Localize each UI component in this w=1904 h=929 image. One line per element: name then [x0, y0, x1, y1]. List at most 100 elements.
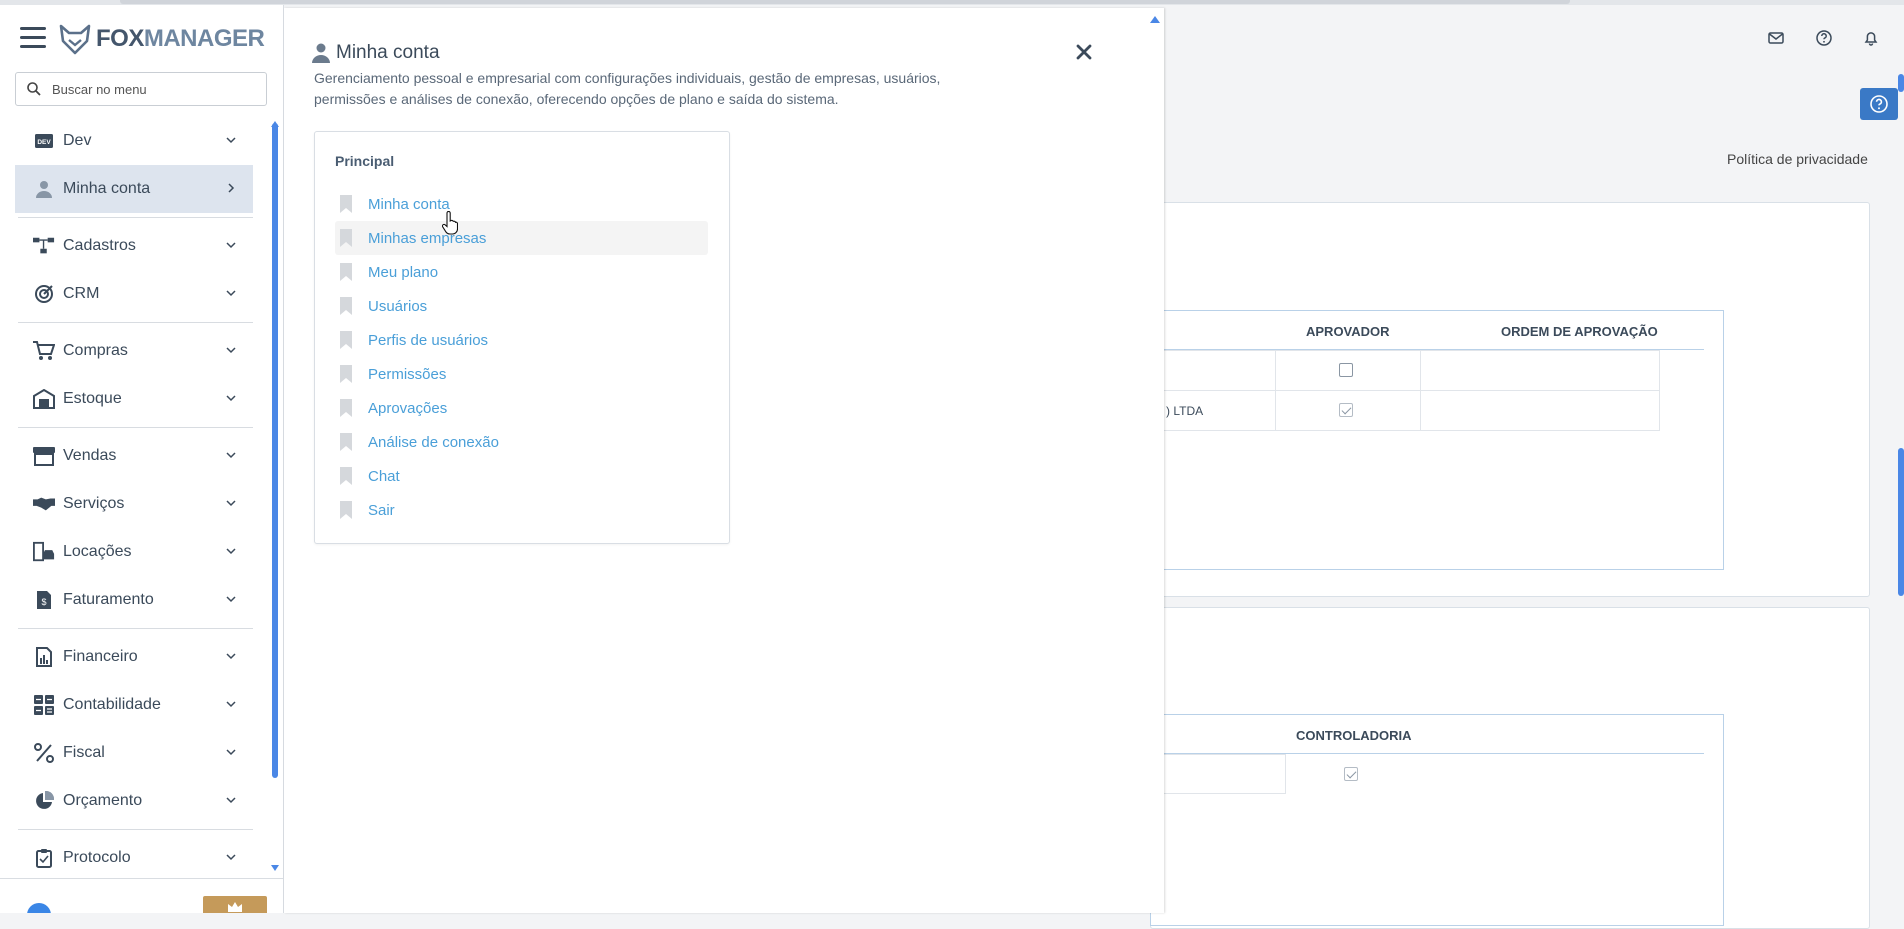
menu-divider: [18, 829, 253, 830]
link-meu-plano[interactable]: Meu plano: [335, 255, 708, 289]
percent-icon: [33, 742, 55, 764]
controllership-table: CONTROLADORIA: [1150, 714, 1724, 926]
sidebar-item-servicos[interactable]: Serviços: [15, 480, 253, 528]
company-name: ) LTDA: [1166, 404, 1204, 418]
premium-badge[interactable]: [203, 896, 267, 913]
link-analise-de-conexao[interactable]: Análise de conexão: [335, 425, 708, 459]
bookmark-icon[interactable]: [339, 330, 353, 350]
bookmark-icon[interactable]: [339, 432, 353, 452]
sidebar-item-locacoes[interactable]: Locações: [15, 528, 253, 576]
link-label: Perfis de usuários: [368, 331, 489, 349]
bookmark-icon[interactable]: [339, 500, 353, 520]
close-icon[interactable]: [1075, 43, 1093, 61]
link-label: Minha conta: [368, 195, 450, 213]
sidebar-item-label: Dev: [63, 132, 92, 149]
link-usuarios[interactable]: Usuários: [335, 289, 708, 323]
bookmark-icon[interactable]: [339, 466, 353, 486]
building-car-icon: [33, 541, 55, 563]
link-perfis-de-usuarios[interactable]: Perfis de usuários: [335, 323, 708, 357]
chevron-down-icon: [226, 242, 236, 249]
link-label: Sair: [368, 501, 395, 519]
hand-cursor-icon: [442, 211, 458, 235]
svg-text:DEV: DEV: [37, 139, 51, 146]
sidebar-item-cadastros[interactable]: Cadastros: [15, 222, 253, 270]
bookmark-icon[interactable]: [339, 296, 353, 316]
controllership-checkbox[interactable]: [1344, 767, 1358, 781]
sidebar-item-label: Cadastros: [63, 237, 136, 254]
col-controladoria: CONTROLADORIA: [1296, 728, 1412, 743]
cart-icon: [33, 340, 55, 362]
bookmark-icon[interactable]: [339, 194, 353, 214]
link-minha-conta[interactable]: Minha conta: [335, 187, 708, 221]
chevron-down-icon: [226, 596, 236, 603]
top-scrollbar[interactable]: [120, 0, 1570, 4]
panel-header: Minha conta: [312, 42, 440, 64]
chevron-down-icon: [226, 347, 236, 354]
link-label: Minhas empresas: [368, 229, 487, 247]
table-cell[interactable]: [1420, 390, 1660, 431]
chevron-right-icon: [228, 183, 235, 193]
approver-checkbox[interactable]: [1339, 403, 1353, 417]
sidebar-footer: [0, 878, 283, 913]
app-logo[interactable]: FOXMANAGER: [58, 19, 265, 59]
link-chat[interactable]: Chat: [335, 459, 708, 493]
handshake-icon: [33, 493, 55, 515]
menu-divider: [18, 427, 253, 428]
bookmark-icon[interactable]: [339, 364, 353, 384]
question-icon: [1870, 95, 1888, 113]
right-scroll-indicator[interactable]: [1898, 74, 1904, 92]
svg-text:$: $: [41, 597, 46, 607]
sidebar-item-contabilidade[interactable]: Contabilidade: [15, 681, 253, 729]
menu-toggle-icon[interactable]: [20, 27, 46, 49]
help-button[interactable]: [1860, 88, 1898, 120]
sidebar-item-orcamento[interactable]: Orçamento: [15, 777, 253, 825]
sidebar-item-label: Locações: [63, 543, 132, 560]
sidebar-item-label: Faturamento: [63, 591, 154, 608]
table-cell: [1151, 754, 1286, 794]
report-chart-icon: [33, 646, 55, 668]
fox-logo-icon: [59, 24, 91, 55]
link-aprovacoes[interactable]: Aprovações: [335, 391, 708, 425]
logo-manager-text: MANAGER: [143, 25, 265, 52]
sidebar-item-minha-conta[interactable]: Minha conta: [15, 165, 253, 213]
warehouse-icon: [33, 388, 55, 410]
help-circle-icon[interactable]: [1815, 29, 1833, 47]
table-cell[interactable]: [1420, 350, 1660, 391]
menu-search[interactable]: [15, 72, 267, 106]
search-input[interactable]: [50, 80, 254, 98]
approver-checkbox[interactable]: [1339, 363, 1353, 377]
sidebar-item-protocolo[interactable]: Protocolo: [15, 834, 253, 882]
menu-divider: [18, 628, 253, 629]
principal-links: Minha conta Minhas empresas Meu plano Us…: [335, 187, 708, 527]
menu-divider: [18, 217, 253, 218]
bell-icon[interactable]: [1862, 29, 1880, 47]
bookmark-icon[interactable]: [339, 228, 353, 248]
clipboard-icon: [33, 847, 55, 869]
link-minhas-empresas[interactable]: Minhas empresas: [335, 221, 708, 255]
sidebar-item-estoque[interactable]: Estoque: [15, 375, 253, 423]
bookmark-icon[interactable]: [339, 398, 353, 418]
sidebar-item-compras[interactable]: Compras: [15, 327, 253, 375]
privacy-link[interactable]: Política de privacidade: [1727, 151, 1868, 167]
sidebar-item-crm[interactable]: CRM: [15, 270, 253, 318]
sidebar-item-label: Estoque: [63, 390, 122, 407]
sidebar-item-faturamento[interactable]: $ Faturamento: [15, 576, 253, 624]
sidebar-item-fiscal[interactable]: Fiscal: [15, 729, 253, 777]
sidebar-item-financeiro[interactable]: Financeiro: [15, 633, 253, 681]
chevron-down-icon: [226, 452, 236, 459]
user-icon: [312, 43, 330, 63]
link-sair[interactable]: Sair: [335, 493, 708, 527]
avatar[interactable]: [27, 903, 51, 913]
panel-description: Gerenciamento pessoal e empresarial com …: [314, 70, 941, 107]
sidebar-scrollbar[interactable]: [272, 123, 278, 778]
scroll-down-arrow[interactable]: [271, 865, 279, 871]
mail-icon[interactable]: [1767, 29, 1785, 47]
pie-chart-icon: [33, 790, 55, 812]
page-scrollbar[interactable]: [1898, 448, 1904, 596]
link-permissoes[interactable]: Permissões: [335, 357, 708, 391]
sidebar-item-vendas[interactable]: Vendas: [15, 432, 253, 480]
chevron-down-icon: [226, 749, 236, 756]
panel-scroll-up-arrow[interactable]: [1150, 16, 1160, 23]
bookmark-icon[interactable]: [339, 262, 353, 282]
sidebar-item-dev[interactable]: DEV Dev: [15, 117, 253, 165]
